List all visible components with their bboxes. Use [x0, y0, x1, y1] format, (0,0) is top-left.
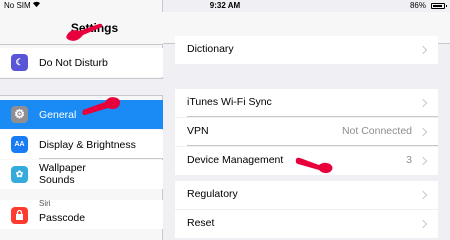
row-dictionary[interactable]: Dictionary	[175, 36, 438, 64]
annotation-arrow-icon	[82, 97, 121, 115]
chevron-right-icon	[418, 45, 428, 55]
clock: 9:32 AM	[209, 1, 241, 10]
sidebar-item-label: Passcode	[39, 212, 86, 224]
annotation-arrow-icon	[295, 157, 333, 174]
sidebar-item-label: Sounds	[39, 174, 75, 186]
sidebar-item-display-brightness[interactable]: AA Display & Brightness	[0, 130, 163, 159]
annotation-arrow-icon	[66, 23, 103, 41]
chevron-right-icon	[418, 156, 428, 166]
sidebar-item-label: General	[39, 109, 77, 121]
row-regulatory[interactable]: Regulatory	[175, 181, 438, 209]
row-label: Dictionary	[187, 43, 234, 55]
chevron-right-icon	[418, 98, 428, 108]
moon-icon: ☾	[11, 54, 28, 71]
row-label: Reset	[187, 217, 215, 229]
chevron-right-icon	[418, 127, 428, 137]
chevron-right-icon	[418, 190, 428, 200]
lock-icon	[11, 207, 28, 224]
chevron-right-icon	[418, 219, 428, 229]
status-bar: No SIM 9:32 AM 86%	[0, 0, 450, 12]
wallpaper-icon: ✿	[11, 166, 28, 183]
row-label: iTunes Wi-Fi Sync	[187, 96, 272, 108]
vpn-status: Not Connected	[341, 125, 412, 137]
sidebar-item-label: Wallpaper	[39, 162, 86, 174]
row-label: Device Management	[187, 154, 284, 166]
profile-count: 3	[406, 154, 412, 166]
row-reset[interactable]: Reset	[175, 210, 438, 238]
sidebar-item-label: Siri	[39, 199, 51, 208]
sidebar-item-do-not-disturb[interactable]: ☾ Do Not Disturb	[0, 48, 163, 77]
sidebar-item-passcode[interactable]: Siri Passcode	[0, 199, 163, 229]
row-label: VPN	[187, 125, 209, 137]
text-size-icon: AA	[11, 136, 28, 153]
row-label: Regulatory	[187, 188, 238, 200]
gear-icon: ⚙	[11, 106, 28, 123]
sidebar-item-label: Display & Brightness	[39, 139, 136, 151]
general-settings-pane: Dictionary iTunes Wi-Fi Sync VPN Not Con…	[163, 0, 450, 240]
row-vpn[interactable]: VPN Not Connected	[175, 118, 438, 146]
row-itunes-wifi-sync[interactable]: iTunes Wi-Fi Sync	[175, 89, 438, 117]
battery-percentage: 86%	[409, 1, 426, 10]
sidebar-item-label: Do Not Disturb	[39, 57, 108, 69]
battery-icon	[431, 3, 447, 9]
sidebar-item-wallpaper[interactable]: ✿ Wallpaper Sounds	[0, 160, 163, 189]
